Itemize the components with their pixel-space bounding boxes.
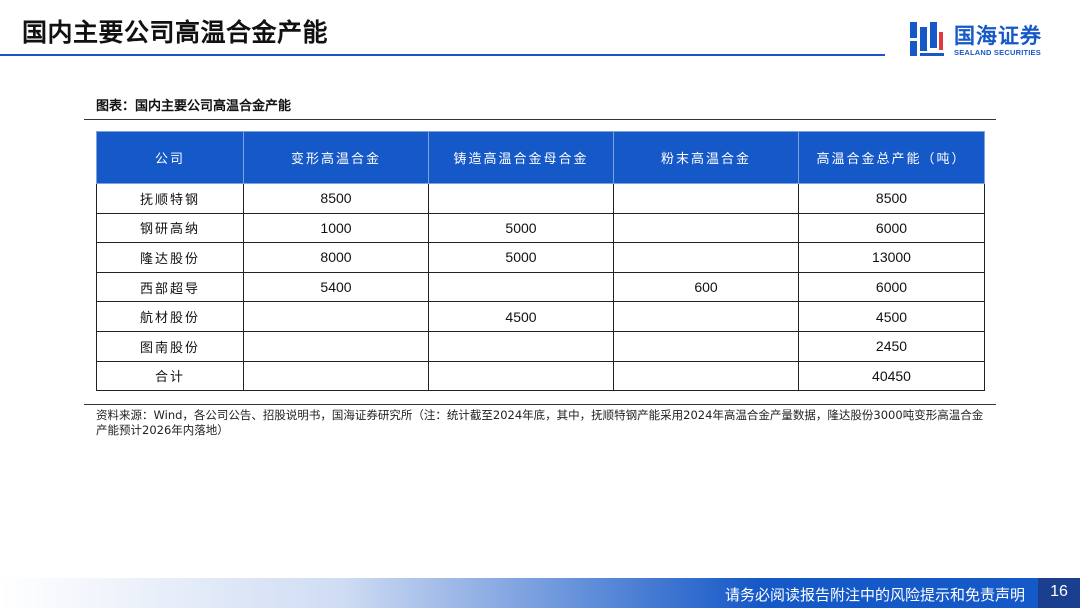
- column-header: 铸造高温合金母合金: [428, 131, 614, 184]
- table-cell: 8500: [243, 183, 429, 214]
- table-row: 隆达股份 8000 5000 13000: [96, 242, 985, 273]
- table-cell: 8500: [798, 183, 985, 214]
- table-cell: [428, 183, 614, 214]
- page-number: 16: [1050, 583, 1068, 600]
- capacity-table: 公司 变形高温合金 铸造高温合金母合金 粉末高温合金 高温合金总产能（吨） 抚顺…: [96, 131, 985, 392]
- source-divider: [84, 404, 996, 405]
- table-cell: 5400: [243, 271, 429, 303]
- table-cell: 6000: [798, 271, 985, 303]
- table-cell: 6000: [798, 212, 985, 244]
- brand-name-en: SEALAND SECURITIES: [954, 48, 1041, 57]
- footer-bar: 请务必阅读报告附注中的风险提示和免责声明 16: [0, 578, 1080, 608]
- disclaimer-text: 请务必阅读报告附注中的风险提示和免责声明: [724, 586, 1025, 604]
- page-title: 国内主要公司高温合金产能: [22, 18, 329, 47]
- table-cell: 5000: [428, 242, 614, 273]
- table-cell: [428, 271, 614, 303]
- column-header: 高温合金总产能（吨）: [798, 131, 985, 184]
- table-cell: 8000: [243, 242, 429, 273]
- company-cell: 抚顺特钢: [96, 183, 244, 214]
- brand-logo: 国海证券 SEALAND SECURITIES: [908, 18, 1058, 60]
- column-header: 粉末高温合金: [613, 131, 799, 184]
- brand-name-cn: 国海证券: [954, 24, 1042, 48]
- table-row: 航材股份 4500 4500: [96, 301, 985, 332]
- company-cell: 隆达股份: [96, 242, 244, 273]
- table-cell: 4500: [428, 301, 614, 332]
- table-row: 抚顺特钢 8500 8500: [96, 183, 985, 214]
- table-cell: 40450: [798, 360, 985, 392]
- table-row: 图南股份 2450: [96, 330, 985, 362]
- table-cell: 13000: [798, 242, 985, 273]
- figure-caption: 图表：国内主要公司高温合金产能: [96, 99, 292, 114]
- table-cell: 5000: [428, 212, 614, 244]
- caption-divider: [84, 119, 996, 120]
- table-row: 西部超导 5400 600 6000: [96, 271, 985, 303]
- table-total-row: 合计 40450: [96, 360, 985, 392]
- table-cell: [613, 360, 799, 392]
- table-cell: [243, 301, 429, 332]
- table-cell: [613, 183, 799, 214]
- table-cell: [243, 330, 429, 362]
- company-cell: 合计: [96, 360, 244, 392]
- company-cell: 航材股份: [96, 301, 244, 332]
- company-cell: 钢研高纳: [96, 212, 244, 244]
- table-cell: 2450: [798, 330, 985, 362]
- sealand-logo-icon: [910, 22, 944, 56]
- table-cell: [243, 360, 429, 392]
- table-cell: 4500: [798, 301, 985, 332]
- table-cell: 600: [613, 271, 799, 303]
- column-header: 公司: [96, 131, 244, 184]
- title-divider: [0, 54, 885, 56]
- table-header-row: 公司 变形高温合金 铸造高温合金母合金 粉末高温合金 高温合金总产能（吨）: [96, 131, 985, 184]
- table-cell: [613, 212, 799, 244]
- table-row: 钢研高纳 1000 5000 6000: [96, 212, 985, 244]
- company-cell: 西部超导: [96, 271, 244, 303]
- table-cell: [428, 330, 614, 362]
- column-header: 变形高温合金: [243, 131, 429, 184]
- source-note: 资料来源：Wind，各公司公告、招股说明书，国海证券研究所（注：统计截至2024…: [96, 408, 984, 437]
- table-cell: 1000: [243, 212, 429, 244]
- company-cell: 图南股份: [96, 330, 244, 362]
- table-cell: [613, 330, 799, 362]
- table-cell: [613, 242, 799, 273]
- table-cell: [613, 301, 799, 332]
- table-cell: [428, 360, 614, 392]
